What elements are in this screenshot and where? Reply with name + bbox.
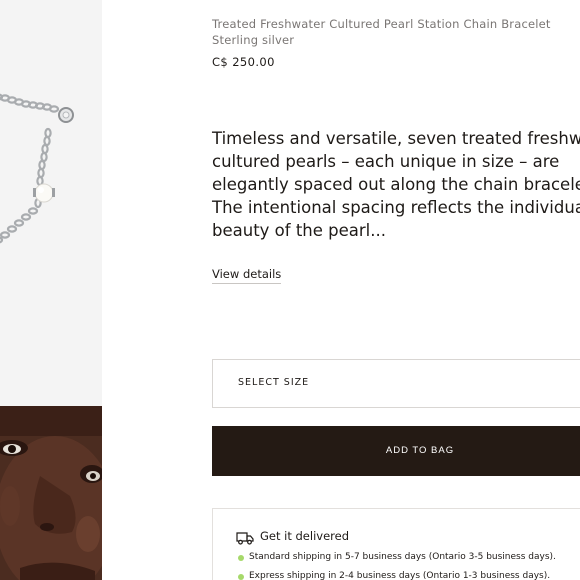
delivery-title: Get it delivered	[260, 529, 350, 543]
delivery-info-box: Get it delivered Standard shipping in 5-…	[212, 508, 580, 580]
bracelet-illustration	[0, 93, 74, 244]
product-info-panel: Treated Freshwater Cultured Pearl Statio…	[212, 0, 580, 580]
bracelet-product-image[interactable]	[0, 0, 102, 406]
status-dot	[238, 555, 244, 561]
description-line: The intentional spacing reflects the ind…	[212, 198, 580, 217]
add-to-bag-label: ADD TO BAG	[385, 445, 455, 456]
status-dot	[238, 574, 244, 580]
product-page: Treated Freshwater Cultured Pearl Statio…	[0, 0, 580, 580]
add-to-bag-button[interactable]: ADD TO BAG	[212, 426, 580, 476]
truck-icon	[236, 530, 254, 545]
description-line: cultured pearls – each unique in size – …	[212, 152, 560, 171]
select-size-dropdown[interactable]: SELECT SIZE	[212, 359, 580, 408]
view-details-link[interactable]: View details	[212, 266, 282, 284]
product-gallery	[0, 0, 102, 580]
product-price: C$ 250.00	[212, 55, 275, 69]
model-photo[interactable]	[0, 406, 102, 580]
shipping-option-standard: Standard shipping in 5-7 business days (…	[238, 552, 556, 562]
description-line: beauty of the pearl...	[212, 221, 386, 240]
shipping-option-text: Express shipping in 2-4 business days (O…	[249, 571, 551, 580]
shipping-option-express: Express shipping in 2-4 business days (O…	[238, 571, 551, 580]
model-face-illustration	[0, 406, 102, 580]
description-line: Timeless and versatile, seven treated fr…	[212, 129, 580, 148]
shipping-option-text: Standard shipping in 5-7 business days (…	[249, 552, 556, 562]
select-size-label: SELECT SIZE	[238, 377, 310, 388]
description-line: elegantly spaced out along the chain bra…	[212, 175, 580, 194]
product-description: Timeless and versatile, seven treated fr…	[212, 127, 580, 242]
product-title: Treated Freshwater Cultured Pearl Statio…	[212, 17, 551, 31]
product-material: Sterling silver	[212, 33, 295, 47]
